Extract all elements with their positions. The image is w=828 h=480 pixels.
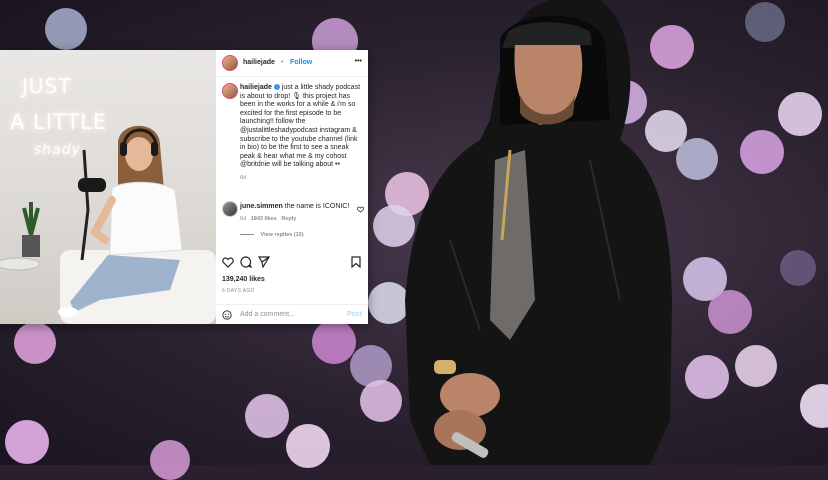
avatar[interactable] [222, 201, 238, 217]
post-photo: JUST A LITTLE shady [0, 50, 216, 324]
comment-icon[interactable] [240, 256, 252, 268]
post-caption: hailiejade just a little shady podcast i… [240, 84, 364, 183]
caption-text: just a little shady podcast is about to … [240, 84, 361, 169]
avatar[interactable] [222, 83, 238, 99]
comment-username[interactable]: june.simmen [240, 203, 283, 210]
emoji-icon[interactable] [222, 310, 232, 320]
post-username[interactable]: hailiejade [243, 59, 275, 66]
verified-badge-icon [273, 84, 280, 91]
post-sidebar: hailiejade • Follow ••• hailiejade just … [216, 50, 368, 324]
bokeh-light [150, 440, 190, 480]
bokeh-light [286, 424, 330, 468]
divider [240, 234, 254, 236]
bokeh-light [708, 290, 752, 334]
post-comment-button[interactable]: Post [347, 311, 362, 318]
bokeh-light [5, 420, 49, 464]
share-icon[interactable] [258, 256, 270, 268]
bookmark-icon[interactable] [350, 256, 362, 268]
person-in-hoodie [405, 0, 672, 465]
caption-age: 6d [240, 174, 247, 181]
action-bar [222, 256, 362, 270]
bokeh-light [778, 92, 822, 136]
bokeh-light [245, 394, 289, 438]
separator-dot: • [281, 59, 284, 66]
more-options-icon[interactable]: ••• [355, 58, 362, 65]
podcast-scene-illustration [0, 125, 216, 324]
comment-text: the name is ICONIC! [284, 203, 350, 210]
view-replies-link[interactable]: View replies (10) [261, 232, 304, 238]
bokeh-light [312, 320, 356, 364]
comment: june.simmen the name is ICONIC! 6d 1843 … [240, 203, 360, 240]
heart-icon[interactable] [222, 256, 234, 268]
add-comment-bar: Add a comment... Post [216, 304, 368, 324]
bokeh-light [745, 2, 785, 42]
heart-icon[interactable] [357, 206, 364, 213]
bokeh-light [45, 8, 87, 50]
bokeh-light [14, 322, 56, 364]
avatar[interactable] [222, 55, 238, 71]
post-header: hailiejade • Follow ••• [216, 50, 368, 77]
instagram-post: JUST A LITTLE shady hailiejade • Follow … [0, 50, 368, 324]
bokeh-light [740, 130, 784, 174]
bokeh-light [780, 250, 816, 286]
reply-button[interactable]: Reply [281, 216, 296, 222]
bokeh-light [685, 355, 729, 399]
post-date: 6 DAYS AGO [222, 288, 255, 294]
caption-username[interactable]: hailiejade [240, 84, 272, 91]
bokeh-light [735, 345, 777, 387]
add-comment-input[interactable]: Add a comment... [240, 311, 295, 318]
likes-count[interactable]: 139,240 likes [222, 276, 265, 283]
comment-age: 6d [240, 215, 247, 222]
follow-button[interactable]: Follow [290, 59, 312, 66]
comment-likes[interactable]: 1843 likes [251, 216, 277, 222]
